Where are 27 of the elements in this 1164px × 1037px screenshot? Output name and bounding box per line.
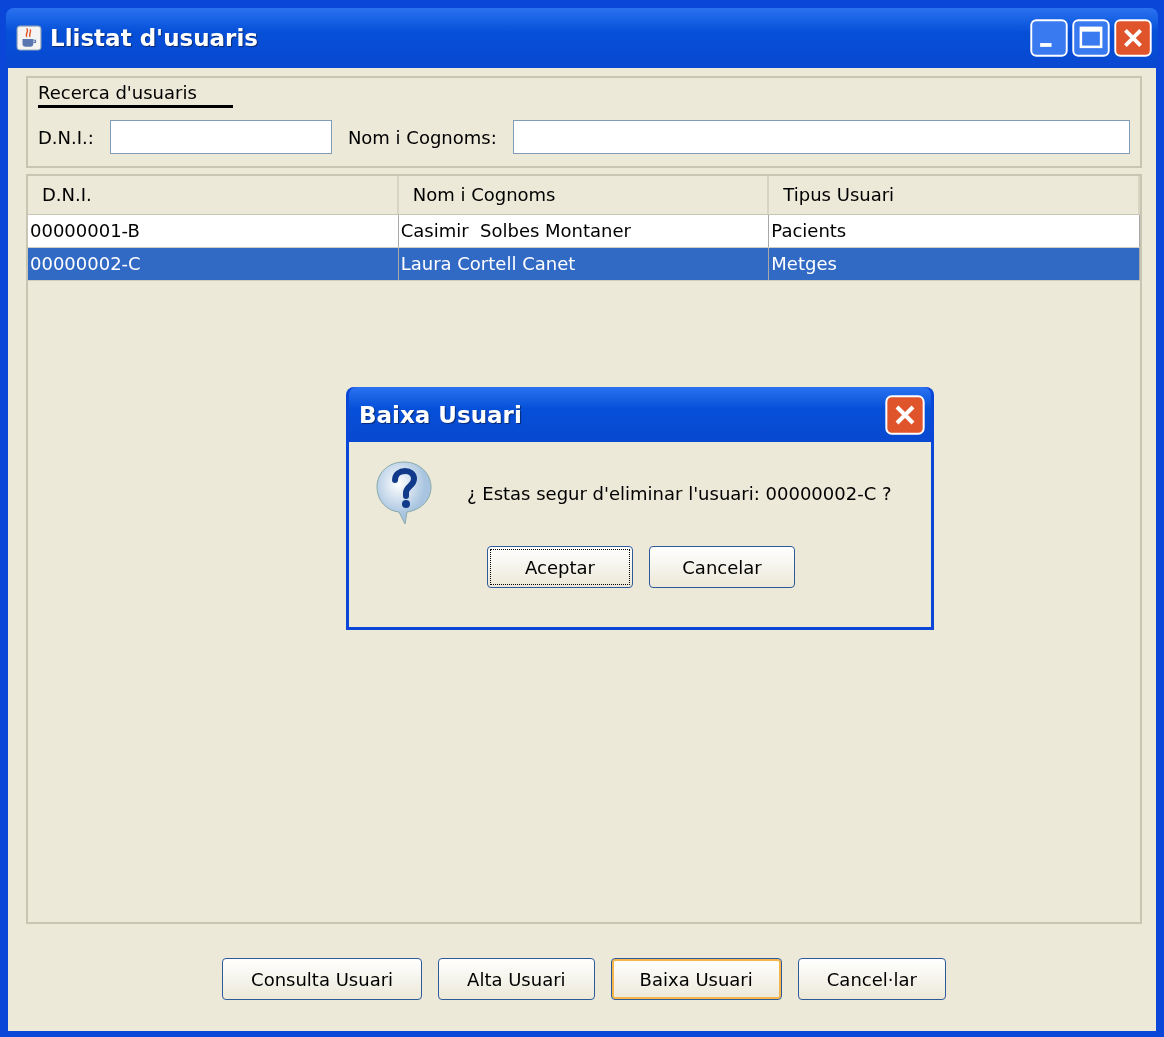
table-row[interactable]: 00000002-C Laura Cortell Canet Metges (28, 248, 1140, 281)
table-cell: Laura Cortell Canet (398, 248, 770, 280)
window-title: Llistat d'usuaris (50, 25, 259, 51)
action-button[interactable]: Consulta Usuari (222, 958, 423, 1000)
text-field[interactable] (512, 120, 1130, 154)
field-label: Nom i Cognoms: (347, 126, 497, 148)
action-button[interactable]: Alta Usuari (438, 958, 595, 1000)
close-icon[interactable] (885, 394, 925, 435)
table-cell: Casimir Solbes Montaner (398, 215, 770, 247)
maximize-icon[interactable] (1072, 19, 1110, 57)
table-cell: 00000001-B (28, 215, 399, 247)
dialog-message: ¿ Estas segur d'eliminar l'usuari: 00000002-C ? (467, 482, 892, 504)
table-cell: 00000002-C (28, 248, 399, 280)
field-label: D.N.I.: (38, 126, 94, 148)
table-row[interactable]: 00000001-B Casimir Solbes Montaner Pacients (28, 215, 1140, 248)
dialog-button[interactable]: Aceptar (487, 546, 633, 588)
coffee-cup-icon (16, 25, 42, 51)
table-cell: Metges (769, 248, 1140, 280)
text-field[interactable] (109, 120, 332, 154)
table-cell: Pacients (769, 215, 1140, 247)
minimize-icon[interactable] (1030, 19, 1068, 57)
close-icon[interactable] (1114, 19, 1152, 57)
action-button[interactable]: Baixa Usuari (610, 958, 782, 1000)
dialog-title: Baixa Usuari (359, 401, 523, 428)
action-button[interactable]: Cancel·lar (797, 958, 946, 1000)
dialog-button[interactable]: Cancelar (649, 546, 795, 588)
panel-title: Recerca d'usuaris (38, 82, 233, 108)
